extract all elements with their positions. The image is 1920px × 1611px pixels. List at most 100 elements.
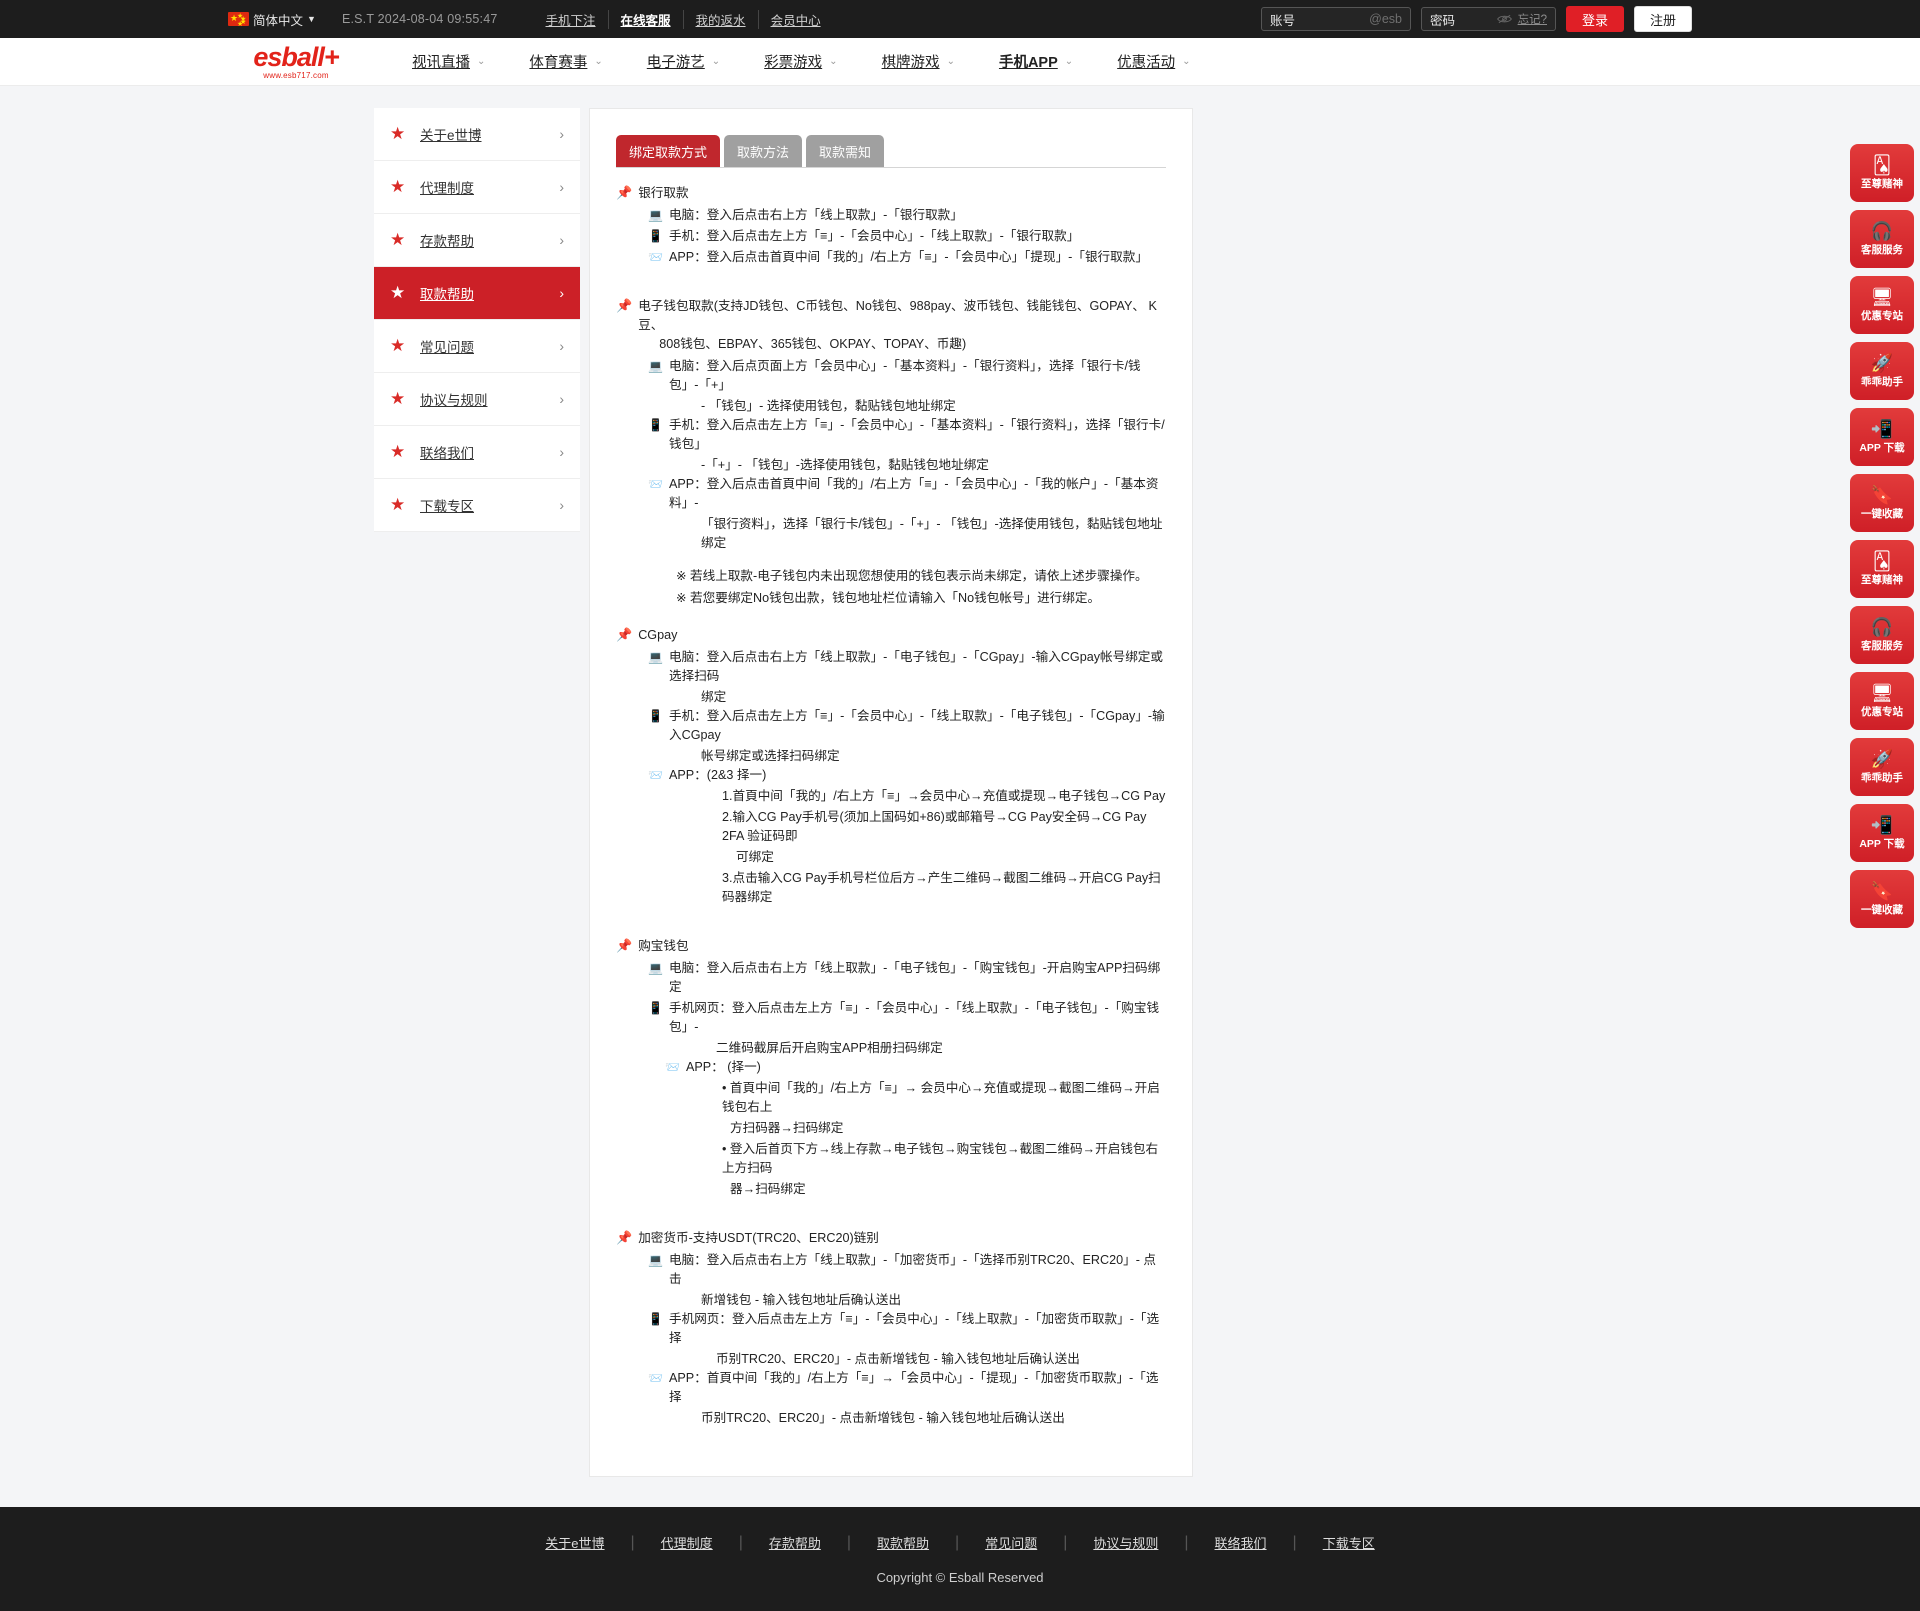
nav-label: 电子游艺 bbox=[646, 55, 705, 71]
top-link-member-center[interactable]: 会员中心 bbox=[759, 10, 833, 29]
server-clock: E.S.T 2024-08-04 09:55:47 bbox=[341, 12, 498, 26]
footer-link-deposit-help[interactable]: 存款帮助 bbox=[743, 1533, 847, 1552]
sidebar-item-terms[interactable]: ★ 协议与规则 › bbox=[374, 373, 580, 426]
sidebar-item-contact[interactable]: ★ 联络我们 › bbox=[374, 426, 580, 479]
footer-link-withdraw-help[interactable]: 取款帮助 bbox=[851, 1533, 955, 1552]
account-field[interactable]: 账号 @esb bbox=[1261, 7, 1411, 31]
row-app: 📨 APP： (择一) bbox=[648, 1058, 1166, 1077]
app-icon: 📨 bbox=[665, 1060, 680, 1074]
bullet-continuation: 方扫码器→扫码绑定 bbox=[730, 1121, 844, 1135]
rail-button-customer-service[interactable]: 🎧 客服服务 bbox=[1850, 210, 1914, 268]
star-icon: ★ bbox=[390, 442, 406, 461]
sidebar-item-about[interactable]: ★ 关于e世博 › bbox=[374, 108, 580, 161]
sidebar-item-deposit-help[interactable]: ★ 存款帮助 › bbox=[374, 214, 580, 267]
sidebar-item-label: 常见问题 bbox=[420, 340, 474, 355]
top-link-mobile-bet[interactable]: 手机下注 bbox=[534, 9, 609, 29]
star-icon: ★ bbox=[390, 389, 406, 408]
rail-button-app-download-2[interactable]: 📲 APP 下载 bbox=[1850, 804, 1914, 862]
section-goubao-wallet: 📌 购宝钱包 💻 电脑：登入后点击右上方「线上取款」-「电子钱包」-「购宝钱包」… bbox=[616, 937, 1166, 1199]
bullet-item: • 登入后首页下方→线上存款→电子钱包→购宝钱包→截图二维码→开启钱包右上方扫码 bbox=[722, 1142, 1159, 1175]
row-label: APP： bbox=[669, 477, 707, 491]
section-rows: 💻 电脑：登入后点击右上方「线上取款」-「加密货币」-「选择币别TRC20、ER… bbox=[616, 1251, 1166, 1428]
rail-label: APP 下载 bbox=[1859, 441, 1905, 454]
row-label: 手机： bbox=[669, 418, 707, 432]
sidebar-item-withdraw-help[interactable]: ★ 取款帮助 › bbox=[374, 267, 580, 320]
brand-logo[interactable]: esball+ www.esb717.com bbox=[246, 43, 346, 80]
chevron-down-icon: ⌄ bbox=[594, 56, 603, 67]
rocket-icon: 🚀 bbox=[1870, 352, 1894, 373]
phone-icon: 📱 bbox=[648, 418, 663, 432]
nav-item-card-games[interactable]: 棋牌游戏 ⌄ bbox=[860, 51, 977, 72]
rail-button-vip-gambler-2[interactable]: 🂡 至尊赌神 bbox=[1850, 540, 1914, 598]
tab-withdraw-method[interactable]: 取款方法 bbox=[724, 135, 803, 167]
row-app: 📨 APP：登入后点击首頁中间「我的」/右上方「≡」-「会员中心」「提现」-「银… bbox=[648, 248, 1166, 267]
cgpay-steps: 1.首頁中间「我的」/右上方「≡」→会员中心→充值或提现→电子钱包→CG Pay… bbox=[648, 787, 1166, 907]
row-mobile: 📱 手机：登入后点击左上方「≡」-「会员中心」-「线上取款」-「电子钱包」-「C… bbox=[648, 707, 1166, 745]
login-button[interactable]: 登录 bbox=[1566, 6, 1624, 32]
rail-label: 至尊赌神 bbox=[1861, 573, 1903, 586]
rail-button-bookmark-2[interactable]: 🔖 一键收藏 bbox=[1850, 870, 1914, 928]
row-body: (择一) bbox=[727, 1060, 761, 1074]
rail-button-assistant-2[interactable]: 🚀 乖乖助手 bbox=[1850, 738, 1914, 796]
rail-button-promotions[interactable]: 🖥 优惠专站 bbox=[1850, 276, 1914, 334]
footer-link-agent[interactable]: 代理制度 bbox=[635, 1533, 739, 1552]
row-continuation: 二维码截屏后开启购宝APP相册扫码绑定 bbox=[716, 1041, 943, 1055]
top-link-rebate[interactable]: 我的返水 bbox=[684, 9, 759, 29]
rail-button-promotions-2[interactable]: 🖥 优惠专站 bbox=[1850, 672, 1914, 730]
password-field[interactable]: 密码 忘记? bbox=[1421, 7, 1556, 31]
rail-button-customer-service-2[interactable]: 🎧 客服服务 bbox=[1850, 606, 1914, 664]
sidebar-item-downloads[interactable]: ★ 下载专区 › bbox=[374, 479, 580, 532]
top-link-live-support[interactable]: 在线客服 bbox=[609, 9, 684, 29]
footer: 关于e世博 | 代理制度 | 存款帮助 | 取款帮助 | 常见问题 | 协议与规则 | 联络… bbox=[0, 1507, 1920, 1611]
rail-button-app-download[interactable]: 📲 APP 下载 bbox=[1850, 408, 1914, 466]
rail-button-bookmark[interactable]: 🔖 一键收藏 bbox=[1850, 474, 1914, 532]
nav-item-lottery[interactable]: 彩票游戏 ⌄ bbox=[742, 51, 859, 72]
nav-item-promotions[interactable]: 优惠活动 ⌄ bbox=[1095, 51, 1212, 72]
row-body: 登入后点击左上方「≡」-「会员中心」-「线上取款」-「银行取款」 bbox=[706, 229, 1080, 243]
rail-button-assistant[interactable]: 🚀 乖乖助手 bbox=[1850, 342, 1914, 400]
note-line: ※ 若线上取款-电子钱包内未出现您想使用的钱包表示尚未绑定，请依上述步骤操作。 bbox=[676, 569, 1148, 583]
chevron-down-icon: ⌄ bbox=[946, 56, 955, 67]
section-title: 电子钱包取款(支持JD钱包、C币钱包、No钱包、988pay、波币钱包、钱能钱包… bbox=[638, 297, 1166, 354]
tab-withdraw-notice[interactable]: 取款需知 bbox=[806, 135, 885, 167]
nav-menu: 视讯直播 ⌄ 体育赛事 ⌄ 电子游艺 ⌄ 彩票游戏 ⌄ 棋牌游戏 ⌄ 手机APP… bbox=[390, 51, 1213, 72]
app-icon: 📨 bbox=[648, 250, 663, 264]
phone-download-icon: 📲 bbox=[1870, 418, 1894, 439]
footer-link-downloads[interactable]: 下载专区 bbox=[1297, 1533, 1401, 1552]
footer-link-faq[interactable]: 常见问题 bbox=[959, 1533, 1063, 1552]
app-icon: 📨 bbox=[648, 477, 663, 491]
nav-item-sports[interactable]: 体育赛事 ⌄ bbox=[507, 51, 624, 72]
rail-button-vip-gambler[interactable]: 🂡 至尊赌神 bbox=[1850, 144, 1914, 202]
sidebar-item-label: 取款帮助 bbox=[420, 287, 474, 302]
nav-item-slots[interactable]: 电子游艺 ⌄ bbox=[625, 51, 742, 72]
language-selector[interactable]: ★ ★ ★ ★ ★ 简体中文 ▼ bbox=[228, 10, 316, 29]
brand-url: www.esb717.com bbox=[263, 70, 329, 80]
bookmark-star-icon: 🔖 bbox=[1870, 880, 1894, 901]
step-continuation: 可绑定 bbox=[736, 850, 774, 864]
top-bar-left: ★ ★ ★ ★ ★ 简体中文 ▼ E.S.T 2024-08-04 09:55:47 手… bbox=[228, 9, 833, 29]
chevron-down-icon: ⌄ bbox=[829, 56, 838, 67]
eye-off-icon[interactable] bbox=[1496, 13, 1512, 25]
row-text: APP：首頁中间「我的」/右上方「≡」→「会员中心」-「提现」-「加密货币取款」… bbox=[669, 1369, 1166, 1407]
nav-item-mobile-app[interactable]: 手机APP ⌄ bbox=[977, 51, 1095, 72]
tab-bind-withdraw-method[interactable]: 绑定取款方式 bbox=[616, 135, 721, 167]
nav-label: 手机APP bbox=[998, 55, 1058, 71]
footer-link-contact[interactable]: 联络我们 bbox=[1189, 1533, 1293, 1552]
row-text: 电脑：登入后点页面上方「会员中心」-「基本资料」-「银行资料」，选择「银行卡/钱… bbox=[669, 357, 1166, 395]
chevron-right-icon: › bbox=[559, 126, 564, 142]
sidebar-item-agent[interactable]: ★ 代理制度 › bbox=[374, 161, 580, 214]
footer-link-terms[interactable]: 协议与规则 bbox=[1067, 1533, 1184, 1552]
row-pc: 💻 电脑：登入后点页面上方「会员中心」-「基本资料」-「银行资料」，选择「银行卡… bbox=[648, 357, 1166, 395]
row-label: 手机： bbox=[669, 229, 707, 243]
row-text: 手机网页：登入后点击左上方「≡」-「会员中心」-「线上取款」-「电子钱包」-「购… bbox=[669, 999, 1166, 1037]
section-title-line2: 808钱包、EBPAY、365钱包、OKPAY、TOPAY、币趣) bbox=[659, 337, 967, 351]
row-continuation: 帐号绑定或选择扫码绑定 bbox=[701, 749, 840, 763]
register-button[interactable]: 注册 bbox=[1634, 6, 1692, 32]
row-text: 手机：登入后点击左上方「≡」-「会员中心」-「线上取款」-「银行取款」 bbox=[669, 227, 1166, 246]
sidebar-item-faq[interactable]: ★ 常见问题 › bbox=[374, 320, 580, 373]
footer-link-about[interactable]: 关于e世博 bbox=[519, 1533, 630, 1552]
chevron-right-icon: › bbox=[559, 285, 564, 301]
nav-item-live[interactable]: 视讯直播 ⌄ bbox=[390, 51, 507, 72]
forgot-password-link[interactable]: 忘记? bbox=[1518, 11, 1547, 27]
cards-icon: 🂡 bbox=[1872, 550, 1892, 571]
